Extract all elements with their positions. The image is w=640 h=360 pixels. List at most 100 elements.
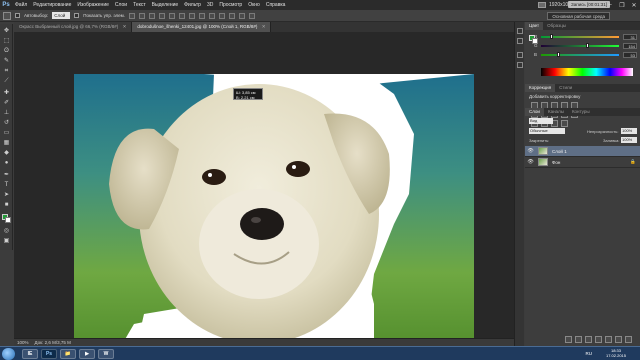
distribute-vcenter-icon[interactable]: [199, 12, 206, 19]
taskbar-media-icon[interactable]: ▶: [79, 349, 95, 359]
quick-select-tool-icon[interactable]: ✎: [3, 58, 10, 65]
tab-color[interactable]: Цвет: [525, 22, 544, 30]
layer-row[interactable]: 👁 Слой 1: [525, 146, 640, 157]
new-adjustment-icon[interactable]: [595, 336, 602, 343]
menu-select[interactable]: Выделение: [149, 2, 182, 8]
path-select-tool-icon[interactable]: ➤: [3, 192, 10, 199]
blend-mode-select[interactable]: Обычные: [529, 128, 565, 134]
slider-r-thumb[interactable]: [550, 34, 553, 39]
menu-layers[interactable]: Слои: [112, 2, 130, 8]
gradient-map-icon[interactable]: [561, 120, 568, 127]
tab-adjustments[interactable]: Коррекция: [525, 84, 556, 92]
canvas-area[interactable]: Ш: 3,85 см В: 2,21 см: [14, 32, 514, 358]
tab-paths[interactable]: Контуры: [568, 108, 594, 116]
slider-b-thumb[interactable]: [556, 52, 560, 57]
layer-kind-filter[interactable]: Вид: [529, 118, 553, 124]
menu-image[interactable]: Изображение: [74, 2, 112, 8]
visibility-eye-icon[interactable]: 👁: [527, 148, 534, 154]
slider-b-value[interactable]: 53: [623, 52, 637, 58]
tab-swatches[interactable]: Образцы: [543, 22, 570, 30]
eyedropper-tool-icon[interactable]: ⟋: [3, 78, 10, 85]
fill-field[interactable]: 100%: [621, 137, 637, 143]
align-left-icon[interactable]: [159, 12, 166, 19]
brush-tool-icon[interactable]: ✐: [3, 100, 10, 107]
taskbar-ie-icon[interactable]: IE: [22, 349, 38, 359]
background-color-swatch[interactable]: [5, 217, 11, 223]
align-hcenter-icon[interactable]: [169, 12, 176, 19]
workspace-select[interactable]: Основная рабочая среда: [547, 12, 610, 20]
properties-panel-icon[interactable]: [517, 52, 523, 58]
align-bottom-icon[interactable]: [149, 12, 156, 19]
autoselect-checkbox[interactable]: [15, 13, 20, 18]
align-right-icon[interactable]: [179, 12, 186, 19]
add-mask-icon[interactable]: [585, 336, 592, 343]
history-brush-tool-icon[interactable]: ↺: [3, 120, 10, 127]
auto-align-icon[interactable]: [249, 12, 256, 19]
dodge-tool-icon[interactable]: ●: [3, 160, 10, 167]
layer-style-icon[interactable]: [575, 336, 582, 343]
slider-r-value[interactable]: 31: [623, 34, 637, 40]
align-vcenter-icon[interactable]: [139, 12, 146, 19]
link-layers-icon[interactable]: [565, 336, 572, 343]
type-tool-icon[interactable]: T: [3, 182, 10, 189]
close-tab-icon[interactable]: ✕: [123, 24, 127, 29]
slider-g[interactable]: [541, 43, 619, 48]
zoom-level[interactable]: 100%: [17, 340, 29, 345]
menu-window[interactable]: Окно: [245, 2, 263, 8]
tab-layers[interactable]: Слои: [525, 108, 544, 116]
new-layer-icon[interactable]: [615, 336, 622, 343]
healing-tool-icon[interactable]: ✚: [3, 90, 10, 97]
tab-styles[interactable]: Стили: [555, 84, 576, 92]
taskbar-explorer-icon[interactable]: 📁: [60, 349, 76, 359]
slider-g-thumb[interactable]: [586, 43, 589, 48]
menu-file[interactable]: Файл: [12, 2, 30, 8]
restore-button[interactable]: ❐: [616, 0, 628, 10]
system-clock[interactable]: 18:33 17.02.2015: [606, 348, 626, 358]
distribute-right-icon[interactable]: [239, 12, 246, 19]
pen-tool-icon[interactable]: ✒: [3, 172, 10, 179]
menu-help[interactable]: Справка: [263, 2, 289, 8]
move-tool-preset-icon[interactable]: [3, 11, 11, 20]
character-panel-icon[interactable]: [517, 62, 523, 68]
close-button[interactable]: ✕: [628, 0, 640, 10]
close-tab-icon[interactable]: ✕: [262, 24, 266, 29]
history-panel-icon[interactable]: [517, 28, 523, 34]
menu-edit[interactable]: Редактирование: [30, 2, 74, 8]
screen-mode-icon[interactable]: ▣: [3, 238, 10, 245]
delete-layer-icon[interactable]: [625, 336, 632, 343]
crop-tool-icon[interactable]: ⌗: [3, 68, 10, 75]
distribute-bottom-icon[interactable]: [209, 12, 216, 19]
taskbar-word-icon[interactable]: W: [98, 349, 114, 359]
distribute-top-icon[interactable]: [189, 12, 196, 19]
quick-mask-icon[interactable]: ◎: [3, 228, 10, 235]
color-spectrum[interactable]: [541, 68, 633, 76]
doc-tab-1[interactable]: Окрасс Выбранный слой.jpg @ 66,7% (RGB/8…: [14, 22, 133, 32]
visibility-eye-icon[interactable]: 👁: [527, 159, 534, 165]
slider-g-value[interactable]: 154: [623, 43, 637, 49]
actions-panel-icon[interactable]: [517, 38, 523, 44]
menu-3d[interactable]: 3D: [204, 2, 216, 8]
slider-b[interactable]: [541, 52, 619, 57]
tab-channels[interactable]: Каналы: [544, 108, 568, 116]
doc-tab-2[interactable]: dobrodušnoe_šhenki_12401.jpg @ 100% (Сло…: [132, 22, 272, 32]
language-indicator[interactable]: RU: [586, 351, 593, 356]
marquee-tool-icon[interactable]: ⬚: [3, 38, 10, 45]
start-button[interactable]: [2, 348, 15, 360]
transform-controls-checkbox[interactable]: [74, 13, 80, 18]
distribute-left-icon[interactable]: [219, 12, 226, 19]
slider-r[interactable]: [541, 34, 619, 39]
taskbar-photoshop-icon[interactable]: Ps: [41, 349, 57, 359]
autoselect-select[interactable]: Слой: [52, 12, 71, 19]
minimize-button[interactable]: –: [604, 0, 616, 10]
shape-tool-icon[interactable]: ■: [3, 202, 10, 209]
distribute-hcenter-icon[interactable]: [229, 12, 236, 19]
document-canvas[interactable]: [74, 74, 474, 358]
new-group-icon[interactable]: [605, 336, 612, 343]
menu-view[interactable]: Просмотр: [216, 2, 245, 8]
blur-tool-icon[interactable]: ◆: [3, 150, 10, 157]
lasso-tool-icon[interactable]: ʘ: [3, 48, 10, 55]
eraser-tool-icon[interactable]: ▭: [3, 130, 10, 137]
layer-row[interactable]: 👁 Фон 🔒: [525, 157, 640, 168]
menu-filter[interactable]: Фильтр: [181, 2, 204, 8]
stamp-tool-icon[interactable]: ⊥: [3, 110, 10, 117]
